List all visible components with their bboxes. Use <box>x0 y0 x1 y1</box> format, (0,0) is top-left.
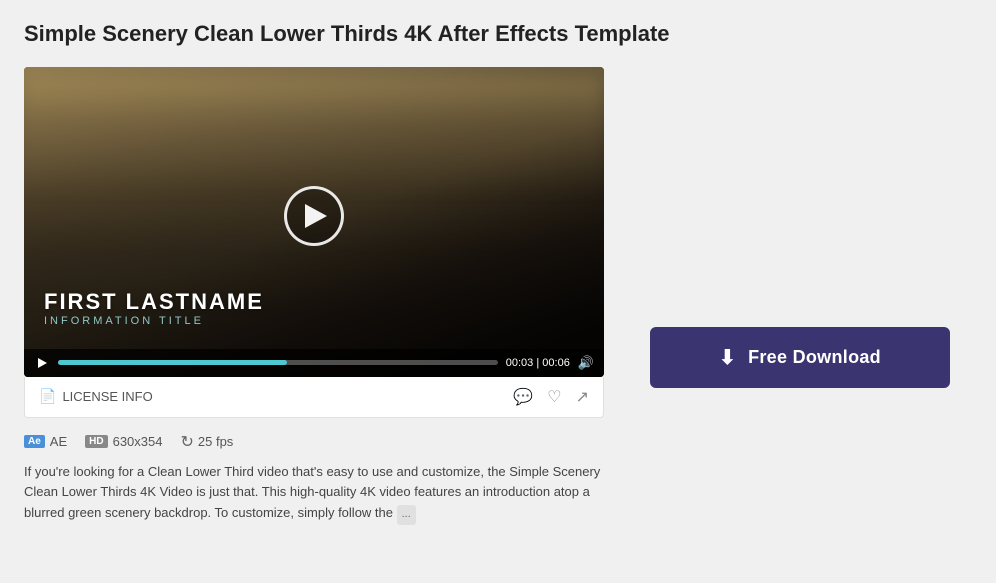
page-wrapper: Simple Scenery Clean Lower Thirds 4K Aft… <box>0 0 996 583</box>
volume-icon[interactable]: 🔊 <box>578 355 594 371</box>
page-title: Simple Scenery Clean Lower Thirds 4K Aft… <box>24 20 972 49</box>
lower-third-title: INFORMATION TITLE <box>44 315 264 327</box>
download-icon: ⬇ <box>719 345 736 370</box>
video-footer: 📄 LICENSE INFO 💬 ♡ ↗ <box>24 377 604 418</box>
license-info-label: LICENSE INFO <box>62 389 152 404</box>
progress-bar[interactable] <box>58 360 498 365</box>
description-content: If you're looking for a Clean Lower Thir… <box>24 464 600 521</box>
left-column: FIRST LASTNAME INFORMATION TITLE 00:03 | <box>24 67 604 525</box>
lower-third-name: FIRST LASTNAME <box>44 289 264 315</box>
free-download-button[interactable]: ⬇ Free Download <box>650 327 950 388</box>
ae-badge: Ae AE <box>24 434 67 449</box>
content-layout: FIRST LASTNAME INFORMATION TITLE 00:03 | <box>24 67 972 525</box>
video-controls: 00:03 | 00:06 🔊 <box>24 349 604 377</box>
video-background: FIRST LASTNAME INFORMATION TITLE <box>24 67 604 377</box>
hd-badge: HD 630x354 <box>85 434 162 449</box>
ctrl-play-icon <box>38 358 47 368</box>
footer-actions: 💬 ♡ ↗ <box>513 387 589 407</box>
meta-row: Ae AE HD 630x354 ↻ 25 fps <box>24 432 604 452</box>
video-player: FIRST LASTNAME INFORMATION TITLE 00:03 | <box>24 67 604 377</box>
fps-label: 25 fps <box>198 434 233 449</box>
fps-icon: ↻ <box>180 432 193 452</box>
license-file-icon: 📄 <box>39 388 56 405</box>
license-info-button[interactable]: 📄 LICENSE INFO <box>39 388 153 405</box>
ctrl-play-button[interactable] <box>34 355 50 371</box>
more-button[interactable]: ... <box>397 505 416 525</box>
ae-badge-box: Ae <box>24 435 45 448</box>
like-icon[interactable]: ♡ <box>547 387 561 407</box>
fps-badge: ↻ 25 fps <box>180 432 233 452</box>
hd-badge-box: HD <box>85 435 107 448</box>
time-current: 00:03 <box>506 357 534 369</box>
time-display: 00:03 | 00:06 <box>506 357 570 369</box>
resolution-label: 630x354 <box>113 434 163 449</box>
play-icon <box>305 204 327 228</box>
comment-icon[interactable]: 💬 <box>513 387 533 407</box>
progress-fill <box>58 360 287 365</box>
right-column: ⬇ Free Download <box>628 67 972 388</box>
time-total: 00:06 <box>542 357 570 369</box>
description-text: If you're looking for a Clean Lower Thir… <box>24 462 604 525</box>
play-button[interactable] <box>284 186 344 246</box>
download-label: Free Download <box>748 347 881 368</box>
ae-label: AE <box>50 434 67 449</box>
share-icon[interactable]: ↗ <box>576 387 589 407</box>
lower-third: FIRST LASTNAME INFORMATION TITLE <box>44 289 264 327</box>
